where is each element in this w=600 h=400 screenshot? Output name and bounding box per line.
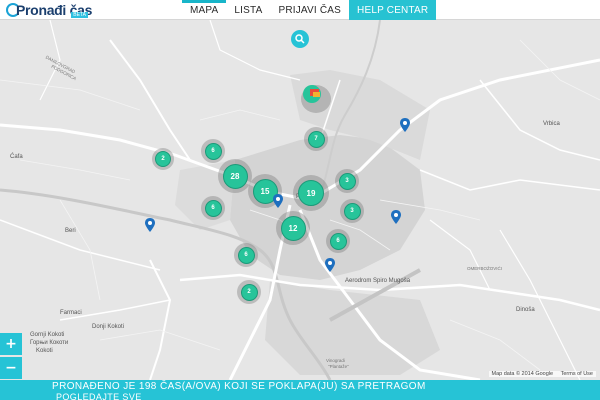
cluster-count: 2 <box>155 151 171 167</box>
cluster-count: 6 <box>204 142 222 160</box>
cluster-count: 3 <box>343 202 361 220</box>
zoom-out-button[interactable]: − <box>0 357 22 379</box>
cluster-marker[interactable]: 6 <box>234 243 258 267</box>
nav-mapa[interactable]: MAPA <box>182 0 227 20</box>
photo-thumbnail-icon <box>303 85 321 103</box>
cluster-marker[interactable]: 6 <box>326 229 350 253</box>
label-dinosa: Dinoša <box>516 307 535 313</box>
zoom-in-button[interactable]: + <box>0 333 22 355</box>
cluster-marker[interactable]: 6 <box>201 196 225 220</box>
terms-of-use-link[interactable]: Terms of Use <box>561 371 593 377</box>
label-gornji-kokoti-cyr: Горњи Кокоти <box>30 340 69 346</box>
nav-prijavi-cas[interactable]: PRIJAVI ČAS <box>270 0 349 20</box>
label-beri: Beri <box>65 228 76 234</box>
cluster-count: 6 <box>204 199 222 217</box>
app-window: Pronađi čas BETA MAPA LISTA PRIJAVI ČAS … <box>0 0 600 400</box>
top-header: Pronađi čas BETA MAPA LISTA PRIJAVI ČAS … <box>0 0 600 20</box>
cluster-marker[interactable]: 28 <box>218 159 252 193</box>
label-plantaze: "Plantaže" <box>328 364 349 369</box>
main-nav: MAPA LISTA PRIJAVI ČAS HELP CENTAR <box>182 0 437 20</box>
label-aerodrom: Aerodrom Spiro Mugoša <box>345 278 411 284</box>
cluster-marker[interactable]: 7 <box>304 127 328 151</box>
cluster-marker[interactable]: 19 <box>293 175 329 211</box>
map-pin-icon[interactable] <box>391 210 401 224</box>
map-canvas[interactable]: Vrbica Ćafa Beri Farmaci Donji Kokoti Go… <box>0 20 600 380</box>
cluster-marker[interactable]: 3 <box>335 169 359 193</box>
label-cafa: Ćafa <box>10 154 23 160</box>
map-pin-icon[interactable] <box>273 194 283 208</box>
label-gornji-kokoti: Gornji Kokoti <box>30 332 65 338</box>
cluster-count: 19 <box>298 180 324 206</box>
cluster-count: 7 <box>307 130 325 148</box>
label-kokoti: Kokoti <box>36 348 53 354</box>
label-vinogradi: Vinogradi <box>326 358 345 363</box>
map-data-credit: Map data © 2014 Google <box>491 371 554 377</box>
cluster-count: 2 <box>240 283 258 301</box>
cluster-count: 3 <box>338 172 356 190</box>
cluster-count: 6 <box>329 232 347 250</box>
search-button[interactable] <box>291 30 309 48</box>
beta-badge: BETA <box>71 12 88 18</box>
map-pin-icon[interactable] <box>400 118 410 132</box>
photo-cluster-marker[interactable] <box>301 85 331 113</box>
cluster-count: 12 <box>280 215 306 241</box>
label-omerbozovici: OMERBOŽOVIĆI <box>467 266 503 271</box>
cluster-marker[interactable]: 6 <box>201 139 225 163</box>
brand-logo[interactable]: Pronađi čas BETA <box>4 1 92 19</box>
label-vrbica: Vrbica <box>543 121 560 127</box>
search-icon <box>295 34 305 44</box>
map-attribution: Map data © 2014 Google Terms of Use <box>488 371 596 377</box>
map-pin-icon[interactable] <box>145 218 155 232</box>
cluster-marker[interactable]: 2 <box>152 148 174 170</box>
cluster-marker[interactable]: 2 <box>237 280 261 304</box>
nav-help-centar[interactable]: HELP CENTAR <box>349 0 437 20</box>
label-farmaci: Farmaci <box>60 310 82 316</box>
cluster-count: 28 <box>222 163 248 189</box>
cluster-marker[interactable]: 12 <box>276 211 310 245</box>
cluster-count: 6 <box>237 246 255 264</box>
view-all-link[interactable]: POGLEDAJTE SVE <box>56 392 142 400</box>
cluster-marker[interactable]: 3 <box>340 199 364 223</box>
results-footer: PRONAĐENO JE 198 ČAS(A/OVA) KOJI SE POKL… <box>0 380 600 400</box>
label-donji-kokoti: Donji Kokoti <box>92 324 125 330</box>
map-pin-icon[interactable] <box>325 258 335 272</box>
nav-lista[interactable]: LISTA <box>226 0 270 20</box>
results-count-text: PRONAĐENO JE 198 ČAS(A/OVA) KOJI SE POKL… <box>52 381 426 392</box>
